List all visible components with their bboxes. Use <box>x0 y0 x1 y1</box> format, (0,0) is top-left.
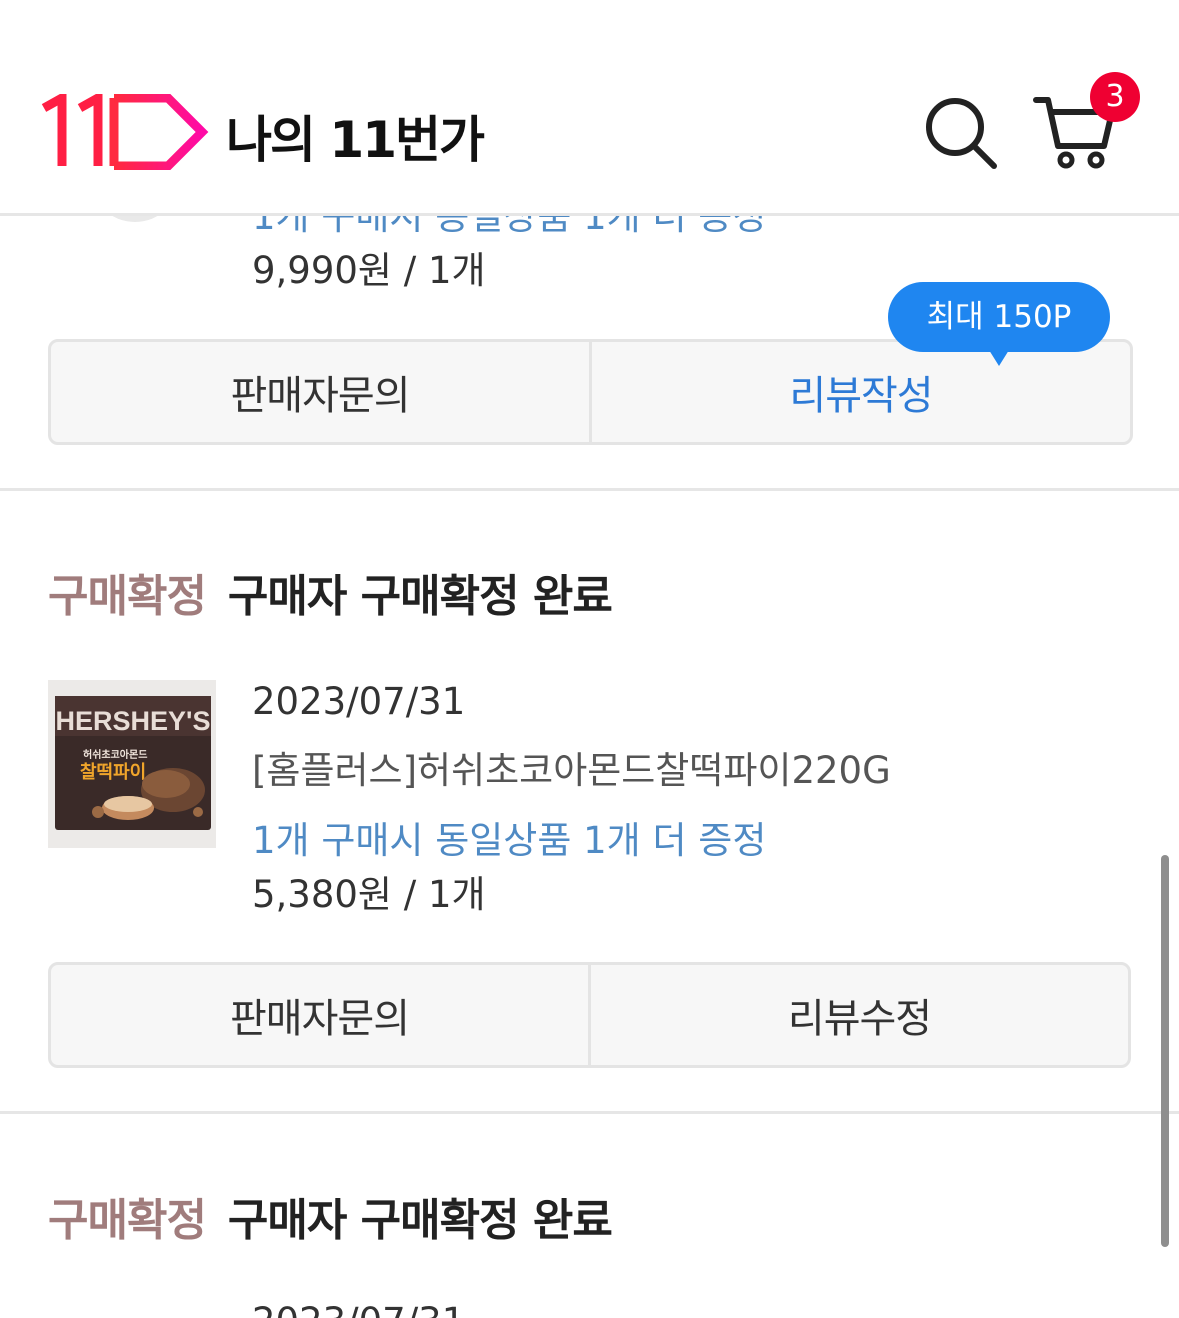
order-status: 구매확정 구매자 구매확정 완료 <box>48 1184 613 1248</box>
order-status: 구매확정 구매자 구매확정 완료 <box>48 560 613 624</box>
product-name[interactable]: [홈플러스]허쉬초코아몬드찰떡파이220G <box>252 740 891 794</box>
product-image[interactable]: HERSHEY'S 허쉬초코아몬드 찰떡파이 <box>48 680 216 848</box>
11st-logo-icon[interactable] <box>40 94 210 170</box>
product-price: 9,990원 / 1개 <box>252 249 486 292</box>
search-icon[interactable] <box>922 94 1000 172</box>
scrollbar[interactable] <box>1161 855 1169 1247</box>
section-divider <box>0 488 1179 491</box>
seller-inquiry-button[interactable]: 판매자문의 <box>51 342 589 442</box>
image-name-text: 찰떡파이 <box>80 762 146 783</box>
image-sub-text: 허쉬초코아몬드 <box>83 748 147 761</box>
edit-review-button[interactable]: 리뷰수정 <box>588 965 1128 1065</box>
write-review-button[interactable]: 리뷰작성 <box>589 342 1130 442</box>
image-brand-text: HERSHEY'S <box>56 706 211 736</box>
status-text: 구매자 구매확정 완료 <box>227 571 613 622</box>
status-text: 구매자 구매확정 완료 <box>227 1195 613 1246</box>
order-action-buttons: 판매자문의 리뷰작성 <box>48 339 1133 445</box>
review-points-tooltip: 최대 150P <box>888 282 1110 366</box>
status-label: 구매확정 <box>48 571 207 622</box>
product-price: 5,380원 / 1개 <box>252 873 486 916</box>
product-promo: 1개 구매시 동일상품 1개 더 증정 <box>252 819 767 862</box>
order-date: 2023/07/31 <box>252 680 466 723</box>
section-divider <box>0 1111 1179 1114</box>
chocolate-pie-box-image: HERSHEY'S 허쉬초코아몬드 찰떡파이 <box>48 680 216 848</box>
seller-inquiry-button[interactable]: 판매자문의 <box>51 965 588 1065</box>
cart-count-badge: 3 <box>1090 72 1140 122</box>
app-header: 나의 11번가 3 <box>0 0 1179 216</box>
order-action-buttons: 판매자문의 리뷰수정 <box>48 962 1131 1068</box>
order-history-page: 1개 구매시 동일상품 1개 더 증정 9,990원 / 1개 최대 150P … <box>0 0 1179 1318</box>
order-date: 2023/07/31 <box>252 1300 465 1318</box>
page-title: 나의 11번가 <box>226 111 485 169</box>
status-label: 구매확정 <box>48 1195 207 1246</box>
